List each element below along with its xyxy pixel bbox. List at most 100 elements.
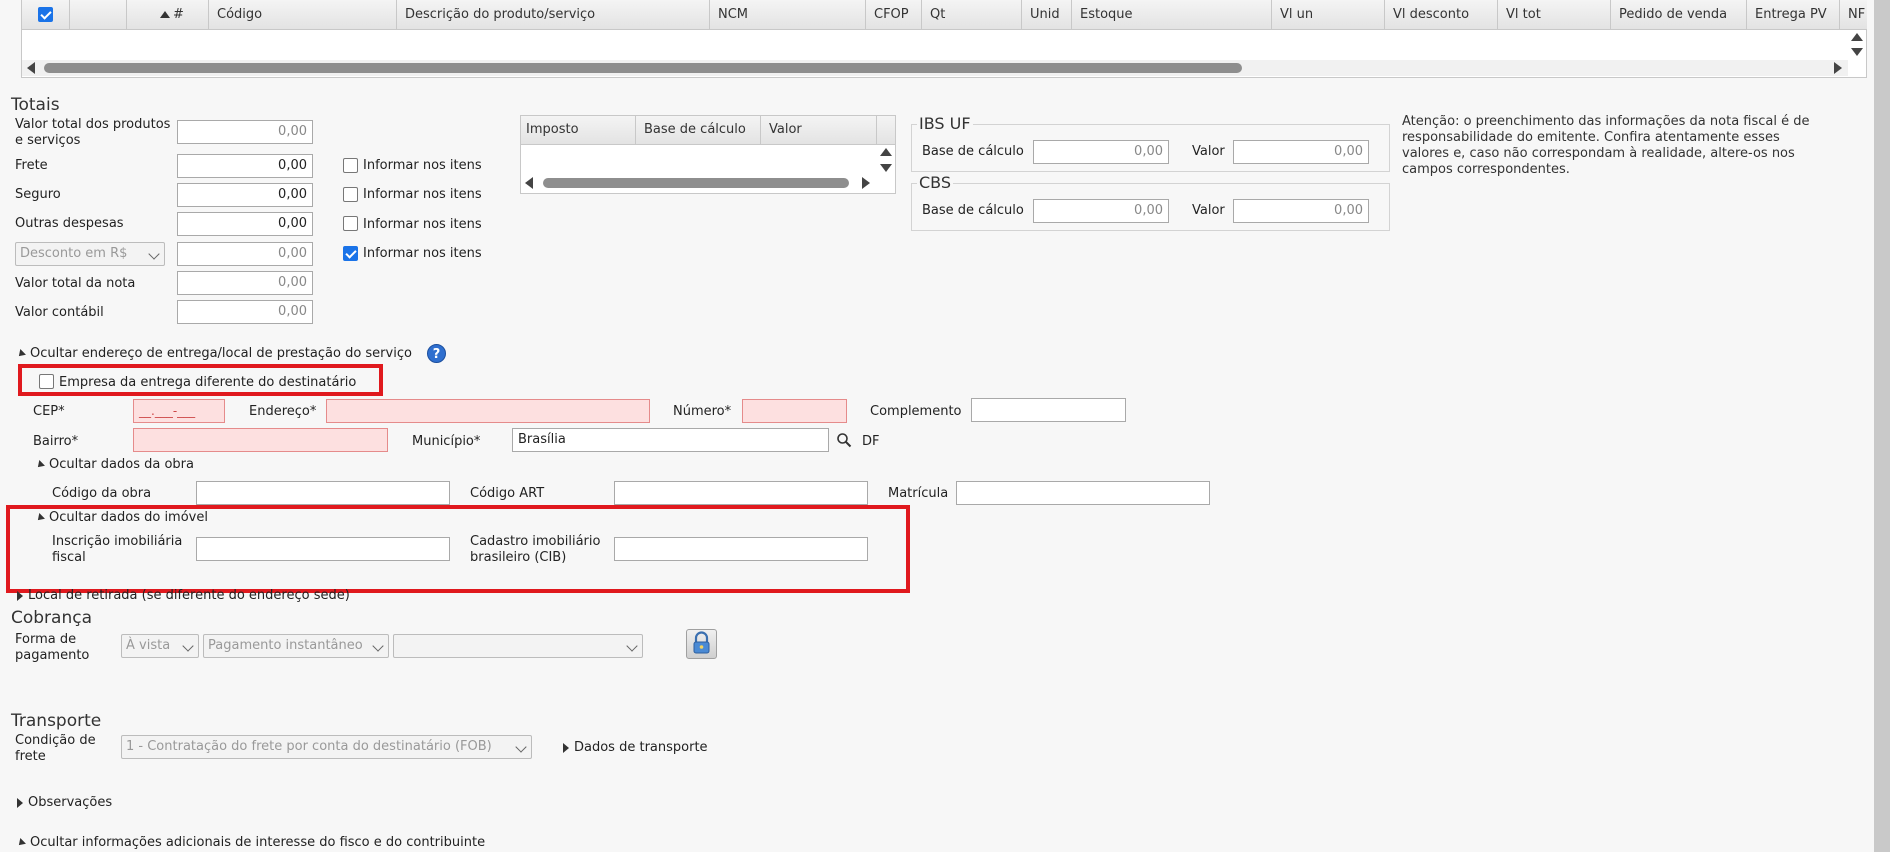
cbs-valor-field[interactable]: 0,00 — [1233, 199, 1369, 223]
desconto-informar-label[interactable]: Informar nos itens — [363, 246, 482, 262]
grid-col-entrega-pv[interactable]: Entrega PV — [1747, 0, 1840, 30]
select-all-checkbox[interactable] — [38, 7, 53, 22]
dados-transporte-toggle[interactable]: Dados de transporte — [563, 740, 708, 756]
grid-col-qt[interactable]: Qt — [922, 0, 1022, 30]
valor-total-produtos-field[interactable]: 0,00 — [177, 120, 313, 144]
codigo-art-field[interactable] — [614, 481, 868, 505]
extra-pagamento-select[interactable] — [393, 634, 643, 658]
impostos-col-base[interactable]: Base de cálculo — [636, 116, 761, 144]
frete-field[interactable]: 0,00 — [177, 154, 313, 178]
lock-button[interactable] — [686, 629, 717, 659]
condicao-pagamento-select[interactable]: À vista — [121, 634, 199, 658]
seguro-field[interactable]: 0,00 — [177, 183, 313, 207]
numero-field[interactable] — [742, 399, 847, 423]
grid-col-vl-tot[interactable]: Vl tot — [1498, 0, 1611, 30]
empresa-diferente-checkbox[interactable] — [39, 374, 54, 389]
complemento-label: Complemento — [870, 404, 962, 419]
valor-total-produtos-label: Valor total dos produtos e serviços — [15, 117, 171, 148]
frete-informar-label[interactable]: Informar nos itens — [363, 158, 482, 174]
grid-col-cfop[interactable]: CFOP — [866, 0, 922, 30]
outras-informar-label[interactable]: Informar nos itens — [363, 217, 482, 233]
impostos-scroll-right-icon[interactable] — [862, 177, 870, 189]
impostos-col-valor[interactable]: Valor — [761, 116, 877, 144]
chevron-down-icon — [148, 248, 160, 260]
inscricao-field[interactable] — [196, 537, 450, 561]
condicao-frete-select[interactable]: 1 - Contratação do frete por conta do de… — [121, 735, 532, 759]
outras-informar-checkbox[interactable] — [343, 216, 358, 231]
grid-scroll-up-icon[interactable] — [1851, 33, 1863, 41]
info-adicionais-label: Ocultar informações adicionais de intere… — [30, 835, 486, 850]
uf-label: DF — [862, 434, 880, 449]
caret-down-icon — [35, 459, 45, 470]
observacoes-toggle[interactable]: Observações — [17, 795, 112, 811]
obra-toggle[interactable]: Ocultar dados da obra — [35, 457, 194, 473]
grid-col-vl-un[interactable]: Vl un — [1272, 0, 1385, 30]
page-scrollbar[interactable] — [1874, 0, 1890, 852]
ibs-uf-base-field[interactable]: 0,00 — [1033, 140, 1169, 164]
impostos-scroll-thumb[interactable] — [543, 178, 849, 188]
complemento-field[interactable] — [971, 398, 1126, 422]
condicao-pagamento-value: À vista — [126, 638, 171, 653]
meio-pagamento-value: Pagamento instantâneo — [208, 638, 363, 653]
grid-col-ncm[interactable]: NCM — [710, 0, 866, 30]
caret-down-icon — [16, 837, 26, 848]
seguro-informar-checkbox[interactable] — [343, 187, 358, 202]
frete-informar-checkbox[interactable] — [343, 158, 358, 173]
impostos-scroll-down-icon[interactable] — [880, 164, 892, 172]
matricula-field[interactable] — [956, 481, 1210, 505]
caret-down-icon — [16, 348, 26, 359]
sort-asc-icon — [160, 11, 170, 18]
impostos-scroll-left-icon[interactable] — [525, 177, 533, 189]
codigo-obra-label: Código da obra — [52, 486, 152, 501]
grid-scroll-down-icon[interactable] — [1851, 48, 1863, 56]
transporte-title: Transporte — [11, 711, 102, 731]
impostos-col-imposto[interactable]: Imposto — [521, 116, 636, 144]
grid-col-nf-r[interactable]: NF R — [1840, 0, 1868, 30]
retirada-toggle[interactable]: Local de retirada (se diferente do ender… — [17, 588, 350, 604]
cadastro-field[interactable] — [614, 537, 868, 561]
inscricao-label: Inscrição imobiliária fiscal — [52, 534, 183, 565]
empresa-diferente-label[interactable]: Empresa da entrega diferente do destinat… — [59, 375, 356, 391]
ibs-uf-base-label: Base de cálculo — [922, 144, 1024, 159]
codigo-obra-field[interactable] — [196, 481, 450, 505]
help-icon[interactable]: ? — [427, 344, 446, 363]
search-icon[interactable] — [836, 432, 852, 448]
imovel-toggle[interactable]: Ocultar dados do imóvel — [35, 510, 208, 526]
dados-transporte-label: Dados de transporte — [574, 740, 708, 755]
meio-pagamento-select[interactable]: Pagamento instantâneo — [203, 634, 389, 658]
outras-despesas-field[interactable]: 0,00 — [177, 212, 313, 236]
cbs-base-label: Base de cálculo — [922, 203, 1024, 218]
endereco-field[interactable] — [326, 399, 650, 423]
bairro-field[interactable] — [133, 428, 388, 452]
matricula-label: Matrícula — [888, 486, 949, 501]
cep-field[interactable]: __.___-___ — [133, 399, 225, 423]
ibs-uf-valor-field[interactable]: 0,00 — [1233, 140, 1369, 164]
items-grid-header: # Código Descrição do produto/serviço NC… — [21, 0, 1868, 30]
desconto-type-select[interactable]: Desconto em R$ — [15, 242, 165, 266]
cbs-base-field[interactable]: 0,00 — [1033, 199, 1169, 223]
grid-scroll-left-icon[interactable] — [27, 62, 35, 74]
cobranca-title: Cobrança — [11, 608, 93, 628]
info-adicionais-toggle[interactable]: Ocultar informações adicionais de intere… — [16, 835, 486, 851]
desconto-field[interactable]: 0,00 — [177, 242, 313, 266]
municipio-label: Município* — [412, 434, 481, 449]
entrega-toggle[interactable]: Ocultar endereço de entrega/local de pre… — [16, 346, 412, 362]
impostos-scroll-up-icon[interactable] — [880, 148, 892, 156]
grid-scroll-right-icon[interactable] — [1834, 62, 1842, 74]
grid-col-unid[interactable]: Unid — [1022, 0, 1072, 30]
seguro-informar-label[interactable]: Informar nos itens — [363, 187, 482, 203]
grid-col-index[interactable]: # — [127, 0, 209, 30]
municipio-field[interactable]: Brasília — [512, 428, 829, 452]
grid-col-vl-desconto[interactable]: Vl desconto — [1385, 0, 1498, 30]
grid-col-codigo[interactable]: Código — [209, 0, 397, 30]
valor-contabil-field[interactable]: 0,00 — [177, 300, 313, 324]
grid-scroll-thumb[interactable] — [44, 63, 1242, 73]
grid-col-select[interactable] — [22, 0, 70, 30]
valor-total-nota-field[interactable]: 0,00 — [177, 271, 313, 295]
ibs-uf-valor-label: Valor — [1192, 144, 1225, 159]
desconto-informar-checkbox[interactable] — [343, 246, 358, 261]
desconto-type-value: Desconto em R$ — [20, 246, 128, 261]
grid-col-pedido-venda[interactable]: Pedido de venda — [1611, 0, 1747, 30]
grid-col-estoque[interactable]: Estoque — [1072, 0, 1272, 30]
grid-col-descricao[interactable]: Descrição do produto/serviço — [397, 0, 710, 30]
